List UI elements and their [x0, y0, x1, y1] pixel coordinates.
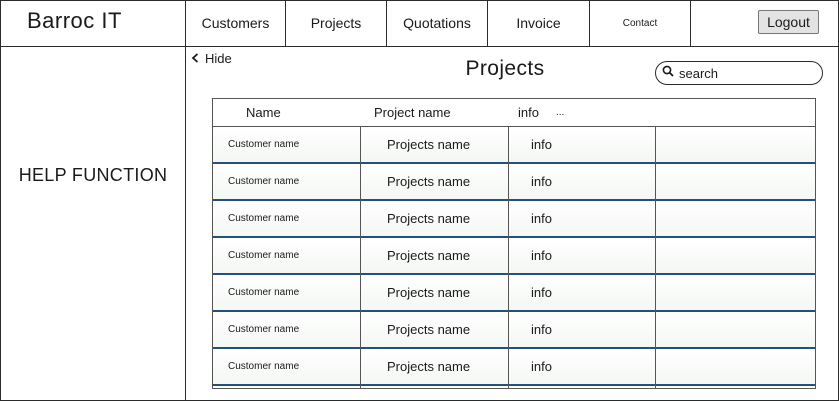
cell-info: info	[531, 211, 552, 226]
cell-customer-name: Customer name	[228, 361, 300, 372]
cell-project-name: Projects name	[387, 137, 471, 152]
table-row[interactable]: Customer name Projects name info	[213, 164, 815, 201]
cell-project-name: Projects name	[387, 285, 471, 300]
nav-customers[interactable]: Customers	[186, 0, 286, 46]
cell-info: info	[531, 174, 552, 189]
cell-project-name: Projects name	[387, 359, 471, 374]
column-header-name[interactable]: Name	[246, 105, 281, 120]
search-box[interactable]	[655, 61, 823, 85]
cell-info: info	[531, 248, 552, 263]
table-row[interactable]: Customer name Projects name info	[213, 312, 815, 349]
cell-customer-name: Customer name	[228, 176, 300, 187]
table-row[interactable]: Customer name Projects name info	[213, 238, 815, 275]
cell-project-name: Projects name	[387, 248, 471, 263]
cell-project-name: Projects name	[387, 174, 471, 189]
table-header: Name Project name info ...	[213, 99, 815, 127]
app-title: Barroc IT	[0, 0, 186, 46]
column-header-more[interactable]: ...	[556, 107, 564, 118]
column-header-info[interactable]: info	[518, 105, 539, 120]
logout-button[interactable]: Logout	[758, 10, 819, 34]
hide-label: Hide	[205, 51, 232, 66]
cell-customer-name: Customer name	[228, 324, 300, 335]
nav-quotations[interactable]: Quotations	[387, 0, 488, 46]
search-icon	[662, 64, 674, 82]
cell-info: info	[531, 285, 552, 300]
search-input[interactable]	[679, 65, 819, 81]
nav-contact[interactable]: Contact	[590, 0, 691, 46]
chevron-left-icon	[191, 51, 200, 66]
hide-button[interactable]: Hide	[191, 51, 232, 66]
column-divider	[508, 127, 509, 388]
table-row[interactable]: Customer name Projects name info	[213, 349, 815, 386]
top-navbar: Barroc IT Customers Projects Quotations …	[0, 0, 839, 47]
help-panel: HELP FUNCTION	[0, 47, 186, 401]
cell-customer-name: Customer name	[228, 139, 300, 150]
cell-customer-name: Customer name	[228, 287, 300, 298]
cell-customer-name: Customer name	[228, 213, 300, 224]
table-row[interactable]: Customer name Projects name info	[213, 201, 815, 238]
cell-project-name: Projects name	[387, 211, 471, 226]
column-divider	[360, 127, 361, 388]
nav-invoice[interactable]: Invoice	[488, 0, 590, 46]
cell-info: info	[531, 322, 552, 337]
cell-info: info	[531, 137, 552, 152]
table-row[interactable]: Customer name Projects name info	[213, 127, 815, 164]
column-divider	[655, 127, 656, 388]
cell-info: info	[531, 359, 552, 374]
page-title: Projects	[465, 57, 545, 80]
projects-table: Name Project name info ... Customer name…	[212, 98, 816, 389]
cell-project-name: Projects name	[387, 322, 471, 337]
table-row[interactable]: Customer name Projects name info	[213, 275, 815, 312]
cell-customer-name: Customer name	[228, 250, 300, 261]
nav-projects[interactable]: Projects	[286, 0, 387, 46]
column-header-project-name[interactable]: Project name	[374, 105, 451, 120]
help-function-label[interactable]: HELP FUNCTION	[0, 165, 186, 186]
